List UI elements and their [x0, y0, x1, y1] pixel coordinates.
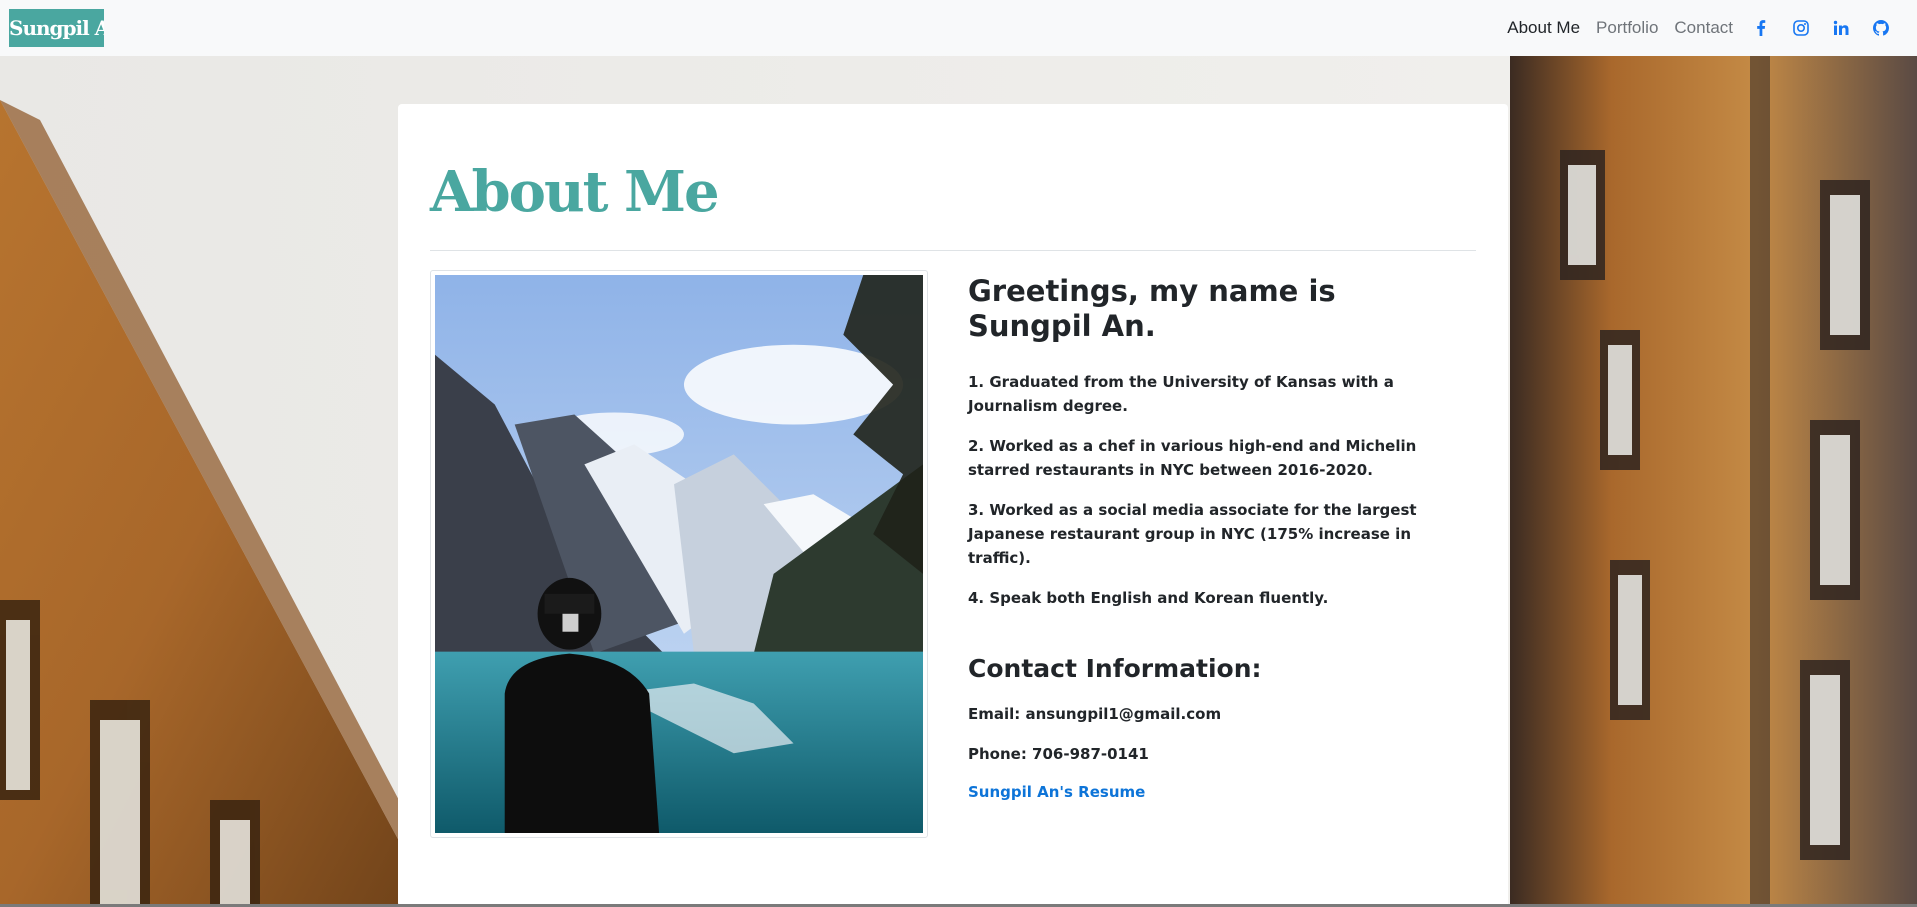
email-text: Email: ansungpil1@gmail.com [968, 704, 1222, 723]
github-icon[interactable] [1869, 16, 1893, 40]
title-divider [430, 250, 1476, 251]
profile-photo-frame [430, 270, 928, 838]
profile-photo [435, 275, 923, 833]
phone-text: Phone: 706-987-0141 [968, 744, 1149, 763]
top-navbar: Sungpil An About Me Portfolio Contact [0, 0, 1917, 56]
about-card: About Me Greetings, my name is Sungpil A… [398, 104, 1508, 907]
facebook-icon[interactable] [1749, 16, 1773, 40]
page-title: About Me [430, 159, 720, 225]
greeting-heading: Greetings, my name is Sungpil An. [968, 274, 1336, 343]
nav-links: About Me Portfolio Contact [1491, 0, 1893, 56]
fact-item: 2. Worked as a chef in various high-end … [968, 436, 1417, 479]
fact-item: 1. Graduated from the University of Kans… [968, 372, 1394, 415]
about-text-column: Greetings, my name is Sungpil An. 1. Gra… [968, 274, 1468, 801]
fact-item: 3. Worked as a social media associate fo… [968, 500, 1417, 567]
resume-link[interactable]: Sungpil An's Resume [968, 783, 1145, 801]
fact-item: 4. Speak both English and Korean fluentl… [968, 588, 1329, 607]
nav-link-about-me[interactable]: About Me [1507, 18, 1580, 38]
nav-link-portfolio[interactable]: Portfolio [1596, 18, 1658, 38]
brand-logo[interactable]: Sungpil An [9, 9, 104, 47]
instagram-icon[interactable] [1789, 16, 1813, 40]
contact-heading: Contact Information: [968, 653, 1262, 683]
nav-link-contact[interactable]: Contact [1674, 18, 1733, 38]
linkedin-icon[interactable] [1829, 16, 1853, 40]
